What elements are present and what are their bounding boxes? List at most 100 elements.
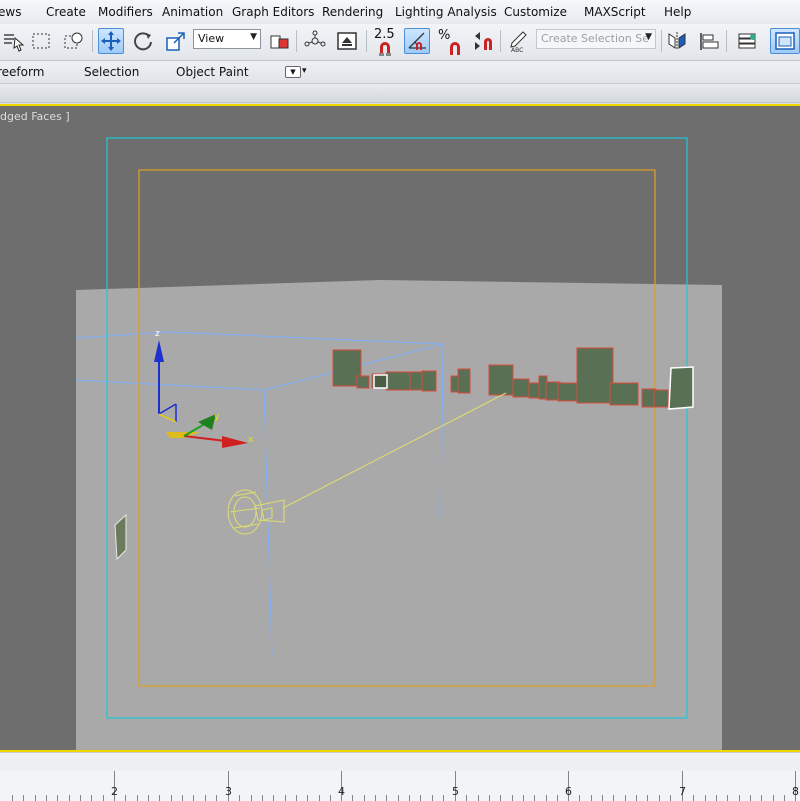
menu-modifiers[interactable]: Modifiers: [98, 5, 153, 19]
menu-rendering[interactable]: Rendering: [322, 5, 383, 19]
timeline-minor-tick: [761, 795, 762, 801]
reference-coordinate-dropdown[interactable]: View ▼: [193, 29, 261, 49]
timeline-minor-tick: [171, 795, 172, 801]
timeline-minor-tick: [591, 795, 592, 801]
ribbon-minimize-button[interactable]: ▼: [285, 66, 301, 78]
timeline-minor-tick: [137, 795, 138, 801]
timeline-minor-tick: [307, 795, 308, 801]
select-and-manipulate-icon[interactable]: [302, 28, 328, 54]
timeline-minor-tick: [262, 795, 263, 801]
timeline-tick-label: 5: [452, 785, 459, 798]
select-and-rotate-icon[interactable]: [130, 28, 156, 54]
timeline-minor-tick: [784, 795, 785, 801]
ribbon-tab-freeform[interactable]: reeform: [0, 65, 44, 79]
graphite-toggle-icon[interactable]: [770, 28, 800, 54]
percent-snap-icon[interactable]: [440, 38, 466, 58]
rectangular-selection-icon[interactable]: [28, 28, 54, 54]
select-and-scale-icon[interactable]: [163, 28, 189, 54]
timeline-minor-tick: [546, 795, 547, 801]
ribbon-tab-object-paint[interactable]: Object Paint: [176, 65, 249, 79]
menu-maxscript[interactable]: MAXScript: [584, 5, 646, 19]
selected-building[interactable]: [373, 374, 388, 389]
ribbon-panel-strip: [0, 84, 800, 103]
timeline-minor-tick: [125, 795, 126, 801]
named-selection-dropdown[interactable]: Create Selection Se ▼: [536, 29, 656, 49]
chevron-down-icon[interactable]: ▾: [302, 66, 307, 76]
timeline-minor-tick: [251, 795, 252, 801]
timeline-tick-label: 3: [225, 785, 232, 798]
timeline-minor-tick: [466, 795, 467, 801]
timeline-minor-tick: [273, 795, 274, 801]
timeline-minor-tick: [647, 795, 648, 801]
timeline-minor-tick: [46, 795, 47, 801]
menu-lighting-analysis[interactable]: Lighting Analysis: [395, 5, 497, 19]
timeline-minor-tick: [693, 795, 694, 801]
timeline-minor-tick: [159, 795, 160, 801]
selected-panel-right[interactable]: [668, 366, 694, 410]
chevron-down-icon: ▼: [250, 32, 257, 42]
window-crossing-icon[interactable]: [60, 28, 86, 54]
timeline-tick-label: 8: [792, 785, 799, 798]
timeline-minor-tick: [773, 795, 774, 801]
timeline-minor-tick: [625, 795, 626, 801]
timeline-minor-tick: [364, 795, 365, 801]
timeline-minor-tick: [420, 795, 421, 801]
angle-snap-icon[interactable]: [404, 28, 430, 54]
timeline-minor-tick: [432, 795, 433, 801]
snaps-toggle-icon[interactable]: [372, 38, 398, 58]
timeline-minor-tick: [534, 795, 535, 801]
timeline-tick-label: 2: [111, 785, 118, 798]
use-pivot-center-icon[interactable]: [266, 28, 292, 54]
timeline-minor-tick: [409, 795, 410, 801]
timeline-minor-tick: [69, 795, 70, 801]
timeline-minor-tick: [489, 795, 490, 801]
menu-create[interactable]: Create: [46, 5, 86, 19]
timeline-tick-label: 6: [565, 785, 572, 798]
timeline-minor-tick: [727, 795, 728, 801]
svg-text:ABC: ABC: [511, 47, 523, 53]
align-icon[interactable]: [696, 28, 722, 54]
timeline-minor-tick: [557, 795, 558, 801]
building: [356, 375, 370, 389]
timeline-minor-tick: [216, 795, 217, 801]
timeline-minor-tick: [205, 795, 206, 801]
timeline-minor-tick: [500, 795, 501, 801]
timeline-minor-tick: [739, 795, 740, 801]
timeline-minor-tick: [35, 795, 36, 801]
timeline-minor-tick: [193, 795, 194, 801]
timeline-minor-tick: [512, 795, 513, 801]
spinner-snap-icon[interactable]: [470, 28, 496, 54]
z-axis-label: z: [155, 329, 160, 339]
building: [488, 364, 514, 396]
timeline-minor-tick: [80, 795, 81, 801]
edit-named-selection-icon[interactable]: ABC: [506, 28, 532, 54]
building: [385, 371, 411, 391]
viewport-shading-label[interactable]: dged Faces ]: [0, 110, 70, 123]
mirror-icon[interactable]: [664, 28, 690, 54]
menu-customize[interactable]: Customize: [504, 5, 567, 19]
timeline-minor-tick: [705, 795, 706, 801]
main-toolbar: View ▼ 2.5 % ABC Create Selection Se ▼: [0, 24, 800, 61]
timeline-minor-tick: [330, 795, 331, 801]
timeline-minor-tick: [398, 795, 399, 801]
menu-views[interactable]: ews: [0, 5, 21, 19]
layer-manager-icon[interactable]: [734, 28, 760, 54]
menu-animation[interactable]: Animation: [162, 5, 223, 19]
select-by-name-icon[interactable]: [0, 28, 26, 54]
time-ruler[interactable]: 2 3 4 5 6 7 8: [0, 752, 800, 801]
timeline-minor-tick: [103, 795, 104, 801]
timeline-minor-tick: [148, 795, 149, 801]
timeline-minor-tick: [523, 795, 524, 801]
keyboard-shortcut-override-icon[interactable]: [334, 28, 360, 54]
timeline-minor-tick: [636, 795, 637, 801]
menu-help[interactable]: Help: [664, 5, 691, 19]
timeline-minor-tick: [602, 795, 603, 801]
select-and-move-icon[interactable]: [98, 28, 124, 54]
timeline-minor-tick: [296, 795, 297, 801]
timeline-minor-tick: [443, 795, 444, 801]
timeline-minor-tick: [478, 795, 479, 801]
ribbon-tab-selection[interactable]: Selection: [84, 65, 139, 79]
menu-graph-editors[interactable]: Graph Editors: [232, 5, 314, 19]
building: [409, 371, 423, 391]
ground-plane: [76, 280, 722, 750]
